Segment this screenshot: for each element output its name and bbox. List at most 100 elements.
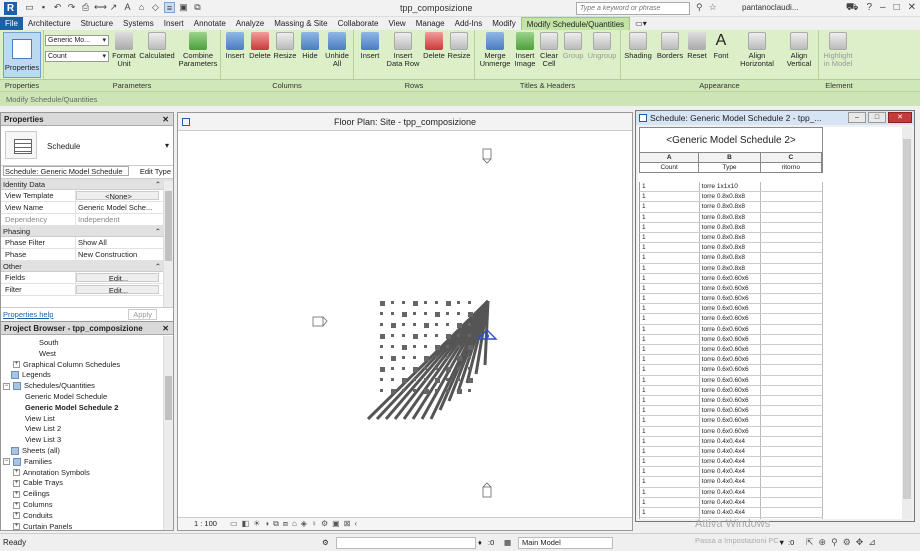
table-cell[interactable]: torre 0.8x0.8x8 (700, 212, 762, 222)
tower-block[interactable] (435, 389, 438, 392)
table-cell[interactable] (761, 518, 823, 519)
table-cell[interactable]: 1 (640, 253, 700, 263)
crop-icon[interactable]: ⧉ (273, 518, 279, 530)
3d-view-icon[interactable]: ⌂ (136, 2, 147, 13)
elevation-marker-west[interactable] (312, 316, 328, 327)
table-cell[interactable]: 1 (640, 395, 700, 406)
tower-block[interactable] (402, 323, 405, 326)
collapse-icon[interactable]: − (3, 382, 10, 390)
column-letter[interactable]: A (640, 153, 700, 162)
print-icon[interactable]: ⎙ (80, 2, 91, 13)
tower-block[interactable] (391, 334, 394, 337)
properties-help-link[interactable]: Properties help (3, 310, 53, 319)
table-cell[interactable]: 1 (640, 497, 700, 507)
tower-block[interactable] (380, 312, 383, 315)
table-cell[interactable]: 1 (640, 375, 700, 385)
table-row[interactable]: 1 torre 0.6x0.60x6 (639, 314, 823, 325)
column-header[interactable]: Count (640, 163, 700, 172)
table-cell[interactable]: 1 (640, 477, 700, 487)
tower-block[interactable] (435, 378, 440, 383)
font-button[interactable]: A Font (710, 32, 732, 60)
format-unit-button[interactable]: Format Unit (111, 32, 137, 68)
table-row[interactable]: 1 torre 0.6x0.60x6 (639, 294, 823, 305)
constraints-icon[interactable]: ⊠ (344, 518, 351, 530)
tower-block[interactable] (435, 323, 438, 326)
tab-architecture[interactable]: Architecture (23, 17, 76, 30)
tower-block[interactable] (457, 367, 460, 370)
clear-cell-button[interactable]: Clear Cell (538, 32, 560, 68)
table-row[interactable]: 1torre 0.4x0.4x4 (639, 497, 823, 508)
table-cell[interactable]: 1 (640, 222, 700, 232)
table-cell[interactable]: torre 0.8x0.8x8 (700, 263, 762, 273)
table-row[interactable]: 1torre 0.4x0.4x4 (639, 436, 823, 447)
filter-edit-button[interactable]: Edit... (76, 285, 159, 294)
show-crop-icon[interactable]: ⧈ (283, 518, 288, 530)
floor-plan-view[interactable]: Floor Plan: Site - tpp_composizione 1 : … (177, 112, 633, 531)
table-row[interactable]: 1 torre 0.8x0.8x8 (639, 232, 823, 244)
text-icon[interactable]: A (122, 2, 133, 13)
tower-block[interactable] (413, 378, 416, 381)
table-cell[interactable]: 1 (640, 406, 700, 416)
tower-block[interactable] (457, 334, 460, 337)
type-selector[interactable]: Schedule ▾ (1, 126, 173, 166)
minimize-icon[interactable]: – (848, 112, 866, 123)
design-options-icon[interactable]: ▦ (504, 534, 511, 551)
table-row[interactable]: 1 torre 0.6x0.60x6 (639, 375, 823, 386)
tower-block[interactable] (380, 389, 383, 392)
tower-block[interactable] (468, 356, 471, 359)
apply-button[interactable]: Apply (128, 309, 157, 320)
table-cell[interactable] (761, 334, 823, 344)
tower-block[interactable] (457, 323, 462, 328)
tower-block[interactable] (391, 356, 396, 361)
table-cell[interactable]: 1 (640, 436, 700, 446)
column-letter[interactable]: B (699, 153, 761, 162)
table-cell[interactable]: 1 (640, 283, 700, 294)
tower-grid[interactable] (366, 299, 490, 421)
table-cell[interactable]: 1 (640, 294, 700, 304)
browser-scrollbar[interactable] (163, 336, 173, 530)
tower-block[interactable] (402, 356, 405, 359)
switch-windows-icon[interactable]: ⧉ (192, 2, 203, 13)
select-by-face-icon[interactable]: ⚙ (843, 534, 851, 551)
tower-block[interactable] (413, 301, 418, 306)
table-cell[interactable]: torre 0.4x0.4x4 (700, 467, 762, 477)
cart-icon[interactable]: ⛟ (846, 2, 859, 15)
unhide-all-button[interactable]: Unhide All (323, 32, 351, 68)
table-cell[interactable]: torre 0.6x0.60x6 (700, 406, 762, 416)
tower-block[interactable] (402, 312, 407, 317)
family-combo[interactable]: Generic Mo... (45, 35, 109, 46)
parameter-combo[interactable]: Count (45, 51, 109, 62)
tower-block[interactable] (413, 367, 418, 372)
table-cell[interactable] (761, 232, 823, 243)
tower-block[interactable] (413, 323, 416, 326)
table-cell[interactable] (761, 487, 823, 497)
resize-column-button[interactable]: Resize (273, 32, 297, 60)
table-cell[interactable]: torre 0.8x0.8x8 (700, 243, 762, 253)
tower-block[interactable] (435, 312, 440, 317)
table-cell[interactable]: 1 (640, 457, 700, 467)
insert-row-button[interactable]: Insert (357, 32, 383, 60)
table-row[interactable]: 1 torre 0.6x0.60x6 (639, 283, 823, 295)
tower-block[interactable] (413, 345, 416, 348)
reset-button[interactable]: Reset (686, 32, 708, 60)
tower-block[interactable] (457, 356, 462, 361)
browser-item[interactable]: Legends (11, 370, 51, 380)
tower-block[interactable] (391, 378, 394, 381)
table-cell[interactable]: 1 (640, 304, 700, 314)
tab-insert[interactable]: Insert (159, 17, 189, 30)
sun-path-icon[interactable]: ☀ (253, 518, 260, 530)
undo-icon[interactable]: ↶ (52, 2, 63, 13)
combine-parameters-button[interactable]: Combine Parameters (178, 32, 218, 68)
table-cell[interactable]: 1 (640, 192, 700, 202)
table-cell[interactable] (761, 273, 823, 283)
tower-block[interactable] (424, 312, 427, 315)
table-cell[interactable] (761, 182, 823, 192)
tab-massing-site[interactable]: Massing & Site (269, 17, 332, 30)
table-cell[interactable]: 1 (640, 202, 700, 212)
tower-block[interactable] (446, 301, 451, 306)
maximize-icon[interactable]: □ (894, 2, 900, 15)
tab-modify-schedule-quantities[interactable]: Modify Schedule/Quantities (520, 17, 631, 30)
save-icon[interactable]: ▪ (38, 2, 49, 13)
table-cell[interactable]: torre 0.4x0.4x4 (700, 487, 762, 497)
minimize-icon[interactable]: – (880, 2, 886, 15)
